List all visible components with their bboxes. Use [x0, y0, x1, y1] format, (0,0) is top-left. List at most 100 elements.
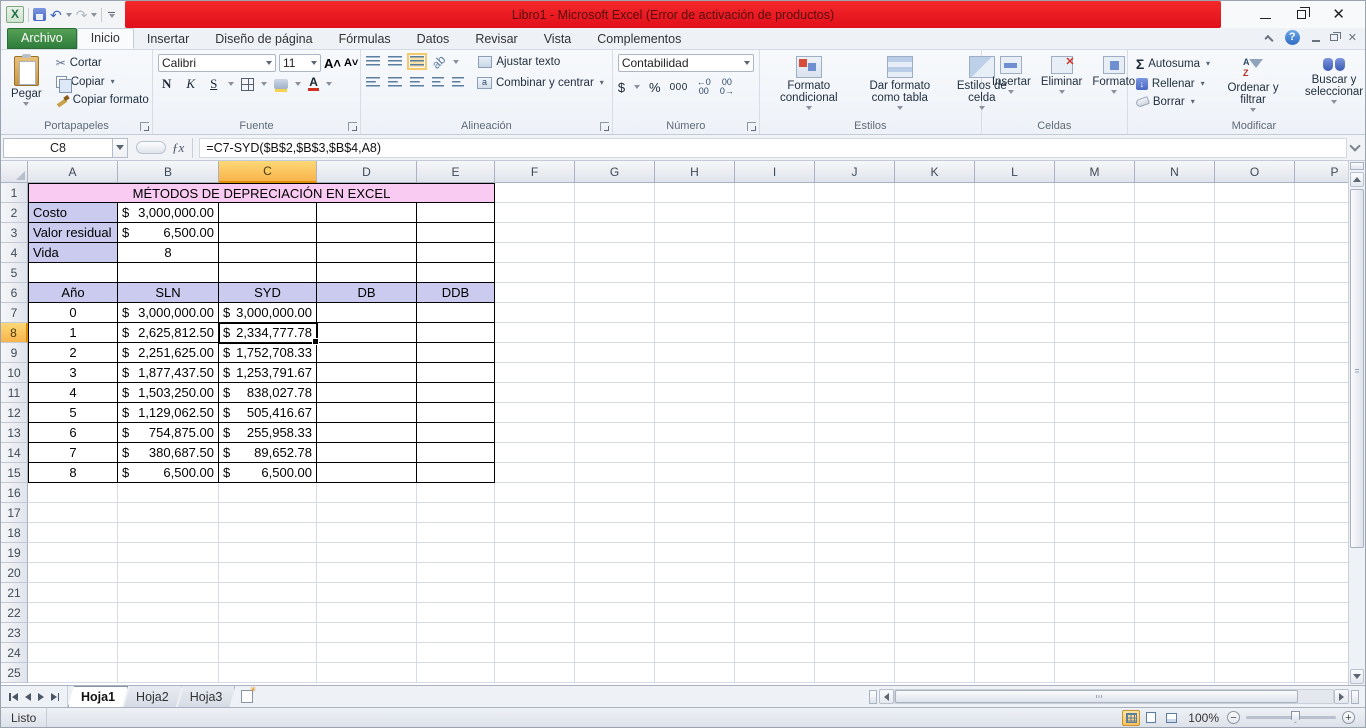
cell-A16[interactable]: [28, 483, 118, 503]
column-header-O[interactable]: O: [1215, 161, 1295, 183]
cell-A7[interactable]: 0: [28, 303, 118, 323]
cell-N4[interactable]: [1135, 243, 1215, 263]
align-middle-icon[interactable]: [388, 56, 402, 67]
cell-I21[interactable]: [735, 583, 815, 603]
cell-B21[interactable]: [118, 583, 219, 603]
cell-M1[interactable]: [1055, 183, 1135, 203]
last-sheet-icon[interactable]: [50, 692, 59, 701]
cell-H24[interactable]: [655, 643, 735, 663]
row-header-9[interactable]: 9: [1, 343, 28, 363]
cell-A1[interactable]: MÉTODOS DE DEPRECIACIÓN EN EXCEL: [28, 183, 495, 203]
cell-L19[interactable]: [975, 543, 1055, 563]
cell-I15[interactable]: [735, 463, 815, 483]
cell-D8[interactable]: [317, 323, 417, 343]
row-header-19[interactable]: 19: [1, 543, 28, 563]
cell-C4[interactable]: [219, 243, 317, 263]
merge-center-button[interactable]: Combinar y centrar: [474, 75, 607, 90]
cell-O6[interactable]: [1215, 283, 1295, 303]
cell-L20[interactable]: [975, 563, 1055, 583]
cell-E15[interactable]: [417, 463, 495, 483]
cell-D4[interactable]: [317, 243, 417, 263]
cell-I4[interactable]: [735, 243, 815, 263]
cell-L6[interactable]: [975, 283, 1055, 303]
shrink-font-icon[interactable]: A˅: [344, 57, 358, 69]
cell-M9[interactable]: [1055, 343, 1135, 363]
cell-D14[interactable]: [317, 443, 417, 463]
cell-J5[interactable]: [815, 263, 895, 283]
cell-F18[interactable]: [495, 523, 575, 543]
cell-O19[interactable]: [1215, 543, 1295, 563]
cell-C14[interactable]: $89,652.78: [219, 443, 317, 463]
cell-C15[interactable]: $6,500.00: [219, 463, 317, 483]
cell-J16[interactable]: [815, 483, 895, 503]
row-header-17[interactable]: 17: [1, 503, 28, 523]
horizontal-split-handle[interactable]: [869, 689, 877, 704]
cell-B8[interactable]: $2,625,812.50: [118, 323, 219, 343]
cell-I6[interactable]: [735, 283, 815, 303]
cell-G2[interactable]: [575, 203, 655, 223]
name-box-dropdown-icon[interactable]: [113, 137, 128, 158]
cell-J15[interactable]: [815, 463, 895, 483]
cell-O1[interactable]: [1215, 183, 1295, 203]
cell-H18[interactable]: [655, 523, 735, 543]
cell-B16[interactable]: [118, 483, 219, 503]
align-top-icon[interactable]: [366, 56, 380, 67]
cell-E7[interactable]: [417, 303, 495, 323]
cell-I8[interactable]: [735, 323, 815, 343]
name-box[interactable]: C8: [3, 137, 113, 158]
cell-D16[interactable]: [317, 483, 417, 503]
cell-E10[interactable]: [417, 363, 495, 383]
cell-H5[interactable]: [655, 263, 735, 283]
cell-H15[interactable]: [655, 463, 735, 483]
cell-F12[interactable]: [495, 403, 575, 423]
cell-D23[interactable]: [317, 623, 417, 643]
cell-C22[interactable]: [219, 603, 317, 623]
cell-D15[interactable]: [317, 463, 417, 483]
column-header-L[interactable]: L: [975, 161, 1055, 183]
cell-N3[interactable]: [1135, 223, 1215, 243]
cell-M19[interactable]: [1055, 543, 1135, 563]
cell-K9[interactable]: [895, 343, 975, 363]
cell-H12[interactable]: [655, 403, 735, 423]
next-sheet-icon[interactable]: [37, 692, 44, 701]
scroll-right-icon[interactable]: [1334, 689, 1349, 704]
cell-E5[interactable]: [417, 263, 495, 283]
cell-C6[interactable]: SYD: [219, 283, 317, 303]
cell-F2[interactable]: [495, 203, 575, 223]
font-size-select[interactable]: 11: [279, 54, 321, 72]
cell-N19[interactable]: [1135, 543, 1215, 563]
cell-J6[interactable]: [815, 283, 895, 303]
row-header-2[interactable]: 2: [1, 203, 28, 223]
cell-L5[interactable]: [975, 263, 1055, 283]
expand-formula-bar-icon[interactable]: [1347, 145, 1363, 150]
cell-C19[interactable]: [219, 543, 317, 563]
select-all-corner[interactable]: [1, 161, 28, 183]
cell-L8[interactable]: [975, 323, 1055, 343]
cell-L4[interactable]: [975, 243, 1055, 263]
cell-H3[interactable]: [655, 223, 735, 243]
cell-O3[interactable]: [1215, 223, 1295, 243]
cell-N12[interactable]: [1135, 403, 1215, 423]
currency-format-icon[interactable]: $: [618, 80, 625, 95]
cell-I13[interactable]: [735, 423, 815, 443]
copy-button[interactable]: Copiar: [53, 74, 152, 93]
tab-inicio[interactable]: Inicio: [76, 28, 134, 49]
cell-N14[interactable]: [1135, 443, 1215, 463]
cell-J7[interactable]: [815, 303, 895, 323]
cell-I5[interactable]: [735, 263, 815, 283]
cell-M13[interactable]: [1055, 423, 1135, 443]
cell-C7[interactable]: $3,000,000.00: [219, 303, 317, 323]
cell-H19[interactable]: [655, 543, 735, 563]
cell-J11[interactable]: [815, 383, 895, 403]
cell-B13[interactable]: $754,875.00: [118, 423, 219, 443]
cell-E12[interactable]: [417, 403, 495, 423]
cell-K15[interactable]: [895, 463, 975, 483]
currency-dropdown-icon[interactable]: [634, 85, 641, 89]
sheet-tab-hoja3[interactable]: Hoja3: [178, 686, 236, 707]
cell-J25[interactable]: [815, 663, 895, 683]
cell-O23[interactable]: [1215, 623, 1295, 643]
cell-M16[interactable]: [1055, 483, 1135, 503]
cell-H4[interactable]: [655, 243, 735, 263]
cell-J2[interactable]: [815, 203, 895, 223]
cell-C24[interactable]: [219, 643, 317, 663]
